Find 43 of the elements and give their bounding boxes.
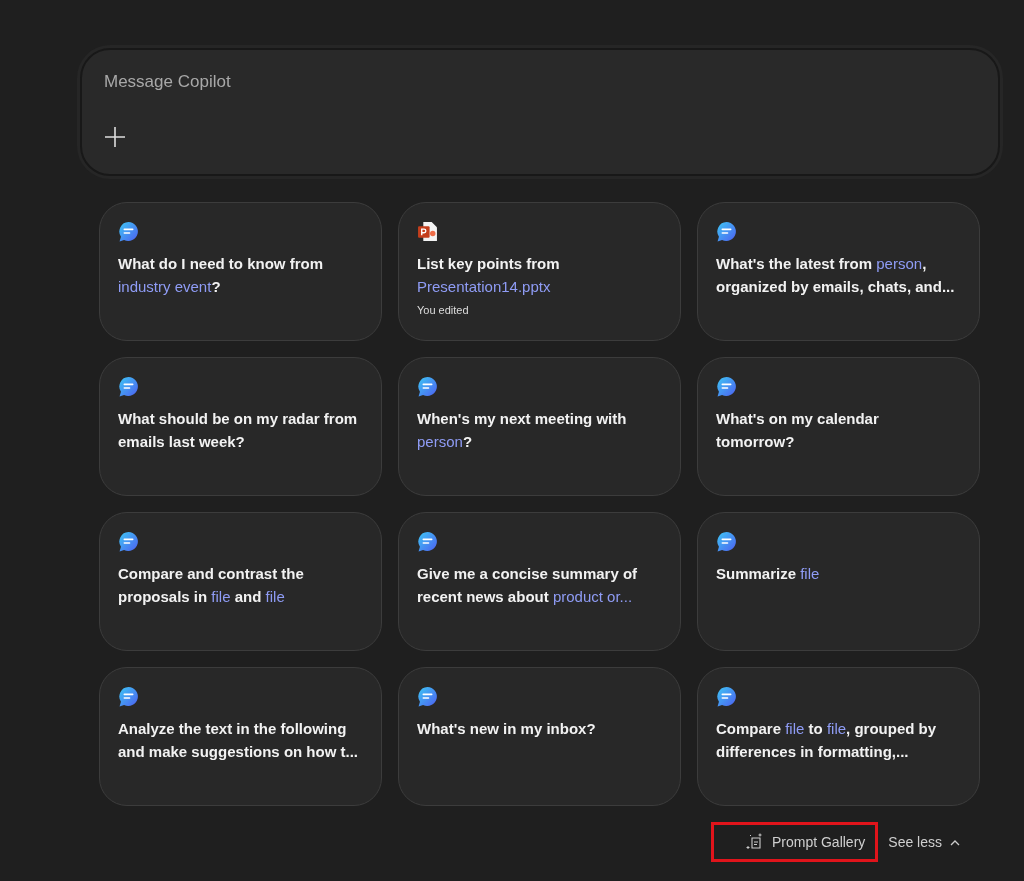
prompt-text: What should be on my radar from emails last week? <box>118 409 359 452</box>
chat-bubble-icon <box>716 531 737 552</box>
edit-note: You edited <box>417 304 469 316</box>
prompt-card[interactable]: What should be on my radar from emails last week? <box>99 357 382 496</box>
prompt-card[interactable]: When's my next meeting with person? <box>398 357 681 496</box>
prompt-card[interactable]: What's new in my inbox? <box>398 667 681 806</box>
chat-bubble-icon <box>716 686 737 707</box>
chat-bubble-icon <box>118 221 139 242</box>
prompt-text: Compare file to file, grouped by differences in formatting,... <box>716 719 938 762</box>
prompt-card[interactable]: What's the latest from person, organized by emails, chats, and... <box>697 202 980 341</box>
prompt-card[interactable]: Give me a concise summary of recent news about product or... <box>398 512 681 651</box>
chat-bubble-icon <box>118 531 139 552</box>
prompt-text: What do I need to know from industry event? <box>118 254 324 297</box>
prompt-text: What's on my calendar tomorrow? <box>716 409 880 452</box>
prompt-card[interactable]: Summarize file <box>697 512 980 651</box>
chat-bubble-icon <box>716 376 737 397</box>
chevron-icon <box>950 838 960 846</box>
chat-bubble-icon <box>417 531 438 552</box>
see-less-button[interactable]: See less <box>888 834 960 850</box>
chat-bubble-icon <box>118 686 139 707</box>
prompt-card[interactable]: Analyze the text in the following and make suggestions on how t... <box>99 667 382 806</box>
prompt-gallery-button[interactable]: Prompt Gallery <box>710 822 879 862</box>
prompt-card[interactable]: What's on my calendar tomorrow? <box>697 357 980 496</box>
message-input-field[interactable]: Message Copilot <box>104 72 404 92</box>
prompt-text: What's new in my inbox? <box>417 719 596 739</box>
presentation-file-icon <box>417 221 438 242</box>
chat-bubble-icon <box>417 376 438 397</box>
chat-bubble-icon <box>417 686 438 707</box>
prompt-card[interactable]: What do I need to know from industry event? <box>99 202 382 341</box>
prompt-text: Summarize file <box>716 564 820 584</box>
prompt-card[interactable]: Compare and contrast the proposals in file and file <box>99 512 382 651</box>
plus-icon[interactable] <box>104 126 126 148</box>
prompt-text: Analyze the text in the following and make suggestions on how t... <box>118 719 360 762</box>
prompt-text: Compare and contrast the proposals in file and file <box>118 564 305 607</box>
prompt-text: When's my next meeting with person? <box>417 409 628 452</box>
prompt-text: List key points from Presentation14.pptx <box>417 254 561 297</box>
prompt-text: What's the latest from person, organized by emails, chats, and... <box>716 254 956 297</box>
prompt-card[interactable]: Compare file to file, grouped by differences in formatting,... <box>697 667 980 806</box>
sparkle-document-icon <box>745 833 764 851</box>
chat-bubble-icon <box>716 221 737 242</box>
prompt-text: Give me a concise summary of recent news about product or... <box>417 564 639 607</box>
chat-bubble-icon <box>118 376 139 397</box>
prompt-card[interactable]: List key points from Presentation14.pptx You edited <box>398 202 681 341</box>
